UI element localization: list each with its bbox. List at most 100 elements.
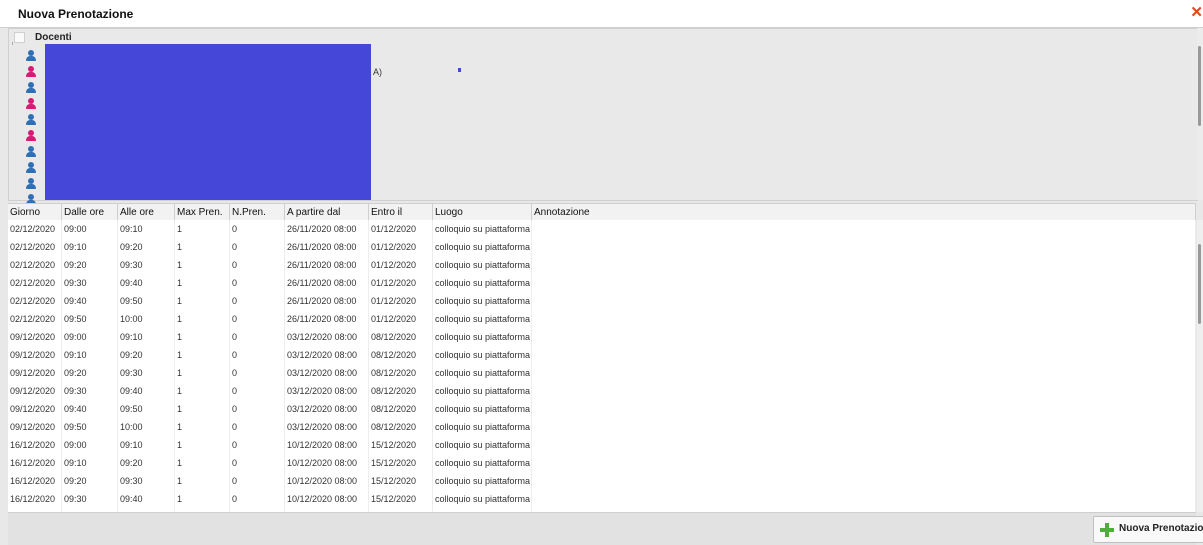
- column-header-annotazione[interactable]: Annotazione: [532, 204, 1196, 221]
- cell-giorno: 16/12/2020: [8, 490, 62, 508]
- cell-luogo: colloquio su piattaforma: [433, 220, 532, 238]
- cell-a-partire-dal: 03/12/2020 08:00: [285, 382, 369, 400]
- table-row[interactable]: 16/12/2020 09:00 09:10 1 0 10/12/2020 08:00 15…: [8, 436, 1196, 455]
- cell-annotazione: [532, 382, 1196, 400]
- cell-n-pren: 0: [230, 292, 285, 310]
- cell-max-pren: 1: [175, 364, 230, 382]
- cell-max-pren: 1: [175, 454, 230, 472]
- cell-alle-ore: 09:10: [118, 328, 175, 346]
- nuova-prenotazione-label: Nuova Prenotazione: [1119, 523, 1203, 534]
- cell-dalle-ore: 09:40: [62, 292, 118, 310]
- tree-connector: [12, 42, 13, 45]
- cell-a-partire-dal: 03/12/2020 08:00: [285, 346, 369, 364]
- table-scrollbar[interactable]: [1197, 220, 1203, 512]
- cell-luogo: colloquio su piattaforma: [433, 310, 532, 328]
- male-person-icon: [25, 82, 37, 95]
- cell-n-pren: 0: [230, 310, 285, 328]
- cell-n-pren: 0: [230, 220, 285, 238]
- cell-luogo: colloquio su piattaforma: [433, 256, 532, 274]
- column-header-max-pren[interactable]: Max Pren.: [175, 204, 230, 221]
- table-row[interactable]: 02/12/2020 09:00 09:10 1 0 26/11/2020 08:00 01…: [8, 220, 1196, 239]
- scrollbar-thumb[interactable]: [1198, 46, 1201, 126]
- cell-giorno: 02/12/2020: [8, 310, 62, 328]
- table-row[interactable]: 09/12/2020 09:00 09:10 1 0 03/12/2020 08:00 08…: [8, 328, 1196, 347]
- cell-n-pren: 0: [230, 436, 285, 454]
- table-row[interactable]: 09/12/2020 09:40 09:50 1 0 03/12/2020 08:00 08…: [8, 400, 1196, 419]
- cell-giorno: 16/12/2020: [8, 472, 62, 490]
- cell-n-pren: 0: [230, 328, 285, 346]
- cell-dalle-ore: 09:20: [62, 364, 118, 382]
- cell-annotazione: [532, 400, 1196, 418]
- column-header-alle-ore[interactable]: Alle ore: [118, 204, 175, 221]
- cell-luogo: colloquio su piattaforma: [433, 418, 532, 436]
- cell-luogo: colloquio su piattaforma: [433, 490, 532, 508]
- cell-giorno: 16/12/2020: [8, 454, 62, 472]
- cell-giorno: 02/12/2020: [8, 220, 62, 238]
- bookings-table: 02/12/2020 09:00 09:10 1 0 26/11/2020 08:00 01…: [8, 220, 1196, 512]
- column-header-giorno[interactable]: Giorno: [8, 204, 62, 221]
- cell-entro-il: 08/12/2020: [369, 364, 433, 382]
- cell-n-pren: 0: [230, 346, 285, 364]
- table-row[interactable]: 09/12/2020 09:50 10:00 1 0 03/12/2020 08:00 08…: [8, 418, 1196, 437]
- table-row[interactable]: 09/12/2020 09:10 09:20 1 0 03/12/2020 08:00 08…: [8, 346, 1196, 365]
- cell-max-pren: 1: [175, 238, 230, 256]
- male-person-icon: [25, 178, 37, 191]
- column-header-luogo[interactable]: Luogo: [433, 204, 532, 221]
- cell-max-pren: 1: [175, 436, 230, 454]
- column-header-entro-il[interactable]: Entro il: [369, 204, 433, 221]
- cell-dalle-ore: 09:50: [62, 310, 118, 328]
- male-person-icon: [25, 50, 37, 63]
- cell-a-partire-dal: 26/11/2020 08:00: [285, 274, 369, 292]
- cell-giorno: 09/12/2020: [8, 418, 62, 436]
- table-row[interactable]: 02/12/2020 09:20 09:30 1 0 26/11/2020 08:00 01…: [8, 256, 1196, 275]
- cell-n-pren: 0: [230, 472, 285, 490]
- table-row[interactable]: 02/12/2020 09:50 10:00 1 0 26/11/2020 08:00 01…: [8, 310, 1196, 329]
- table-row[interactable]: 09/12/2020 09:30 09:40 1 0 03/12/2020 08:00 08…: [8, 382, 1196, 401]
- cell-entro-il: 08/12/2020: [369, 382, 433, 400]
- footer-bar: [8, 512, 1196, 545]
- cell-alle-ore: 10:00: [118, 310, 175, 328]
- cell-n-pren: 0: [230, 274, 285, 292]
- table-row[interactable]: 02/12/2020 09:10 09:20 1 0 26/11/2020 08:00 01…: [8, 238, 1196, 257]
- column-header-a-partire-dal[interactable]: A partire dal: [285, 204, 369, 221]
- cell-max-pren: 1: [175, 472, 230, 490]
- docenti-checkbox[interactable]: [14, 32, 25, 43]
- column-header-n-pren[interactable]: N.Pren.: [230, 204, 285, 221]
- cell-a-partire-dal: 03/12/2020 08:00: [285, 328, 369, 346]
- table-row[interactable]: 09/12/2020 09:20 09:30 1 0 03/12/2020 08:00 08…: [8, 364, 1196, 383]
- male-person-icon: [25, 146, 37, 159]
- table-row[interactable]: 02/12/2020 09:30 09:40 1 0 26/11/2020 08:00 01…: [8, 274, 1196, 293]
- table-row[interactable]: 16/12/2020 09:10 09:20 1 0 10/12/2020 08:00 15…: [8, 454, 1196, 473]
- cell-giorno: 09/12/2020: [8, 382, 62, 400]
- cell-dalle-ore: 09:00: [62, 220, 118, 238]
- cell-entro-il: 15/12/2020: [369, 436, 433, 454]
- cell-alle-ore: 09:40: [118, 382, 175, 400]
- cell-annotazione: [532, 328, 1196, 346]
- cell-luogo: colloquio su piattaforma: [433, 364, 532, 382]
- plus-icon: [1100, 523, 1114, 537]
- table-row[interactable]: 16/12/2020 09:20 09:30 1 0 10/12/2020 08:00 15…: [8, 472, 1196, 491]
- nuova-prenotazione-button[interactable]: Nuova Prenotazione: [1093, 516, 1203, 543]
- cell-max-pren: 1: [175, 220, 230, 238]
- close-x-icon[interactable]: ✕: [1190, 3, 1203, 21]
- cell-annotazione: [532, 220, 1196, 238]
- cell-annotazione: [532, 274, 1196, 292]
- cell-alle-ore: 09:30: [118, 364, 175, 382]
- docenti-label: Docenti: [35, 32, 72, 43]
- scrollbar-thumb[interactable]: [1198, 244, 1201, 324]
- docenti-scrollbar[interactable]: [1197, 28, 1203, 200]
- column-header-dalle-ore[interactable]: Dalle ore: [62, 204, 118, 221]
- cell-annotazione: [532, 256, 1196, 274]
- table-row[interactable]: 16/12/2020 09:30 09:40 1 0 10/12/2020 08:00 15…: [8, 490, 1196, 509]
- table-row[interactable]: 02/12/2020 09:40 09:50 1 0 26/11/2020 08:00 01…: [8, 292, 1196, 311]
- cell-n-pren: 0: [230, 418, 285, 436]
- cell-annotazione: [532, 346, 1196, 364]
- cell-a-partire-dal: 10/12/2020 08:00: [285, 472, 369, 490]
- cell-entro-il: 08/12/2020: [369, 328, 433, 346]
- cell-luogo: colloquio su piattaforma: [433, 346, 532, 364]
- female-person-icon: [25, 130, 37, 143]
- cell-giorno: 16/12/2020: [8, 436, 62, 454]
- cell-luogo: colloquio su piattaforma: [433, 238, 532, 256]
- cell-a-partire-dal: 26/11/2020 08:00: [285, 292, 369, 310]
- cell-entro-il: 01/12/2020: [369, 256, 433, 274]
